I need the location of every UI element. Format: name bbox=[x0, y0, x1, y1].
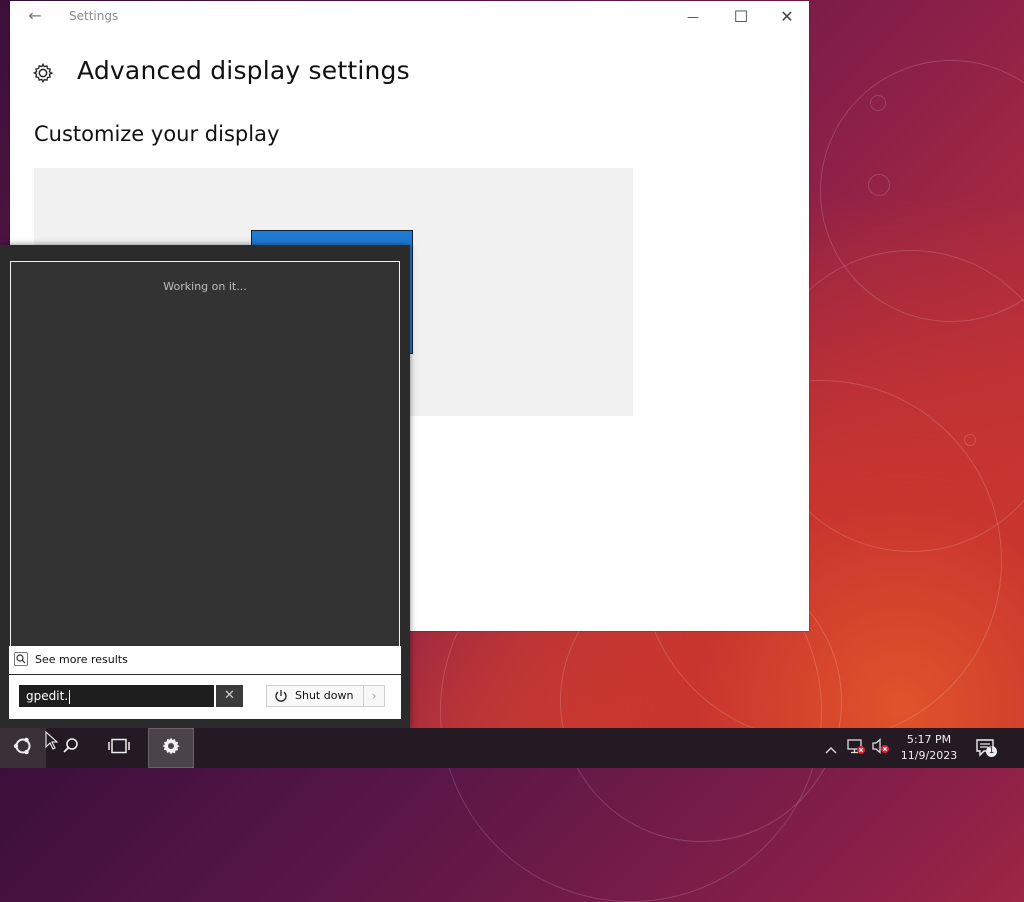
ubuntu-start-icon bbox=[12, 735, 34, 761]
chevron-up-icon bbox=[825, 739, 837, 758]
status-text: Working on it... bbox=[163, 280, 247, 293]
maximize-button[interactable]: ☐ bbox=[718, 1, 764, 33]
task-view-icon bbox=[108, 738, 130, 758]
title-bar: ← Settings — ☐ ✕ bbox=[10, 1, 809, 33]
app-title: Settings bbox=[69, 9, 119, 23]
back-button[interactable]: ← bbox=[24, 7, 46, 25]
minimize-button[interactable]: — bbox=[670, 1, 716, 33]
task-view-button[interactable] bbox=[96, 728, 142, 768]
search-input[interactable]: gpedit. bbox=[19, 685, 214, 707]
clock[interactable]: 5:17 PM 11/9/2023 bbox=[896, 732, 962, 764]
page-title: Advanced display settings bbox=[77, 56, 410, 85]
section-title: Customize your display bbox=[34, 122, 280, 146]
power-options-button[interactable]: › bbox=[363, 685, 385, 707]
shutdown-label: Shut down bbox=[295, 689, 354, 702]
gear-icon bbox=[161, 736, 181, 760]
start-button[interactable] bbox=[0, 728, 46, 768]
show-hidden-icons-button[interactable] bbox=[822, 728, 840, 768]
clear-search-button[interactable]: ✕ bbox=[216, 685, 243, 707]
start-menu: Working on it... See more results gpedit… bbox=[0, 245, 410, 728]
gear-icon bbox=[32, 62, 54, 84]
clock-time: 5:17 PM bbox=[906, 733, 952, 746]
search-results-pane: Working on it... bbox=[10, 261, 400, 647]
network-status-button[interactable] bbox=[845, 728, 867, 768]
mouse-cursor bbox=[45, 730, 59, 755]
back-arrow-icon: ← bbox=[28, 6, 42, 25]
taskbar-settings-app[interactable] bbox=[148, 728, 194, 768]
volume-muted-icon bbox=[871, 737, 891, 759]
start-menu-footer: gpedit. ✕ Shut down › bbox=[9, 675, 401, 719]
network-icon bbox=[846, 737, 866, 759]
volume-button[interactable] bbox=[870, 728, 892, 768]
search-icon bbox=[14, 652, 28, 666]
power-icon bbox=[274, 689, 288, 710]
search-icon bbox=[62, 737, 80, 759]
clock-date: 11/9/2023 bbox=[900, 749, 958, 762]
shutdown-button[interactable]: Shut down bbox=[266, 685, 364, 707]
notification-count-badge: 1 bbox=[986, 746, 997, 757]
search-input-value: gpedit. bbox=[26, 689, 69, 703]
taskbar: 5:17 PM 11/9/2023 1 bbox=[0, 728, 1024, 768]
close-button[interactable]: ✕ bbox=[764, 1, 810, 33]
notification-icon: 1 bbox=[975, 738, 997, 758]
action-center-button[interactable]: 1 bbox=[972, 728, 1000, 768]
see-more-label: See more results bbox=[35, 653, 128, 666]
see-more-results[interactable]: See more results bbox=[9, 646, 401, 674]
